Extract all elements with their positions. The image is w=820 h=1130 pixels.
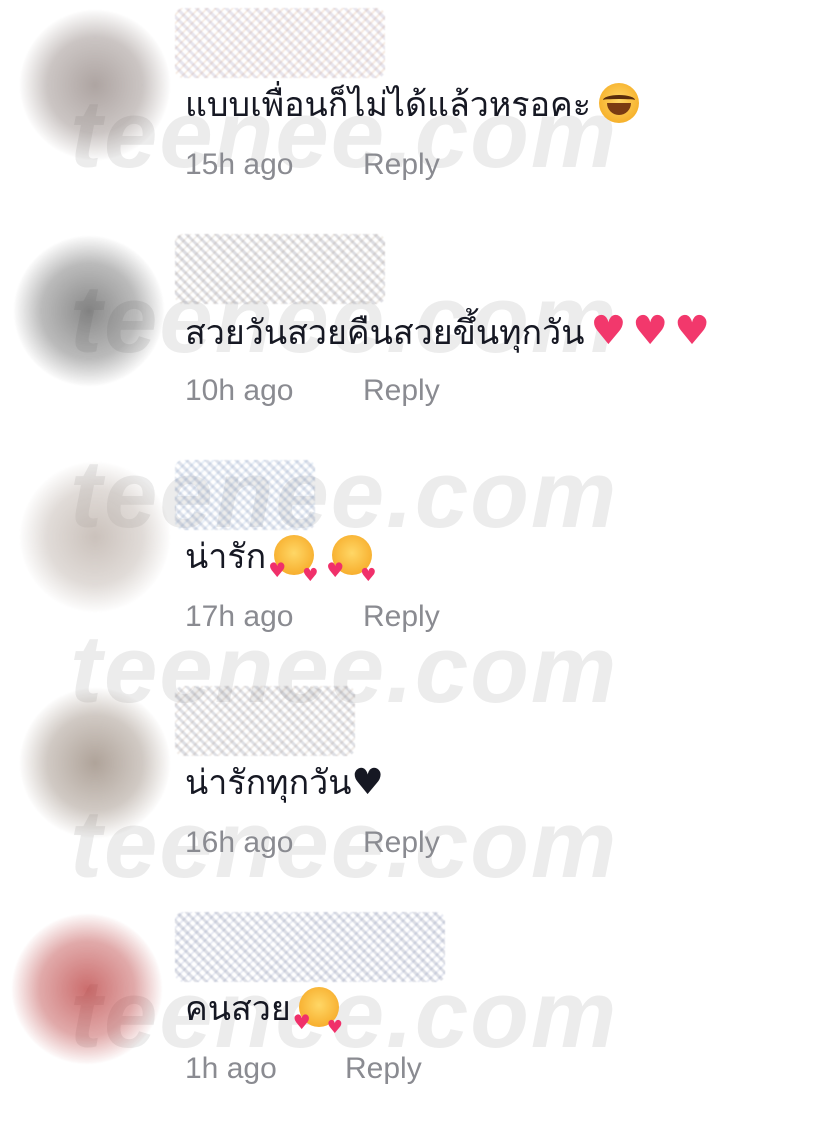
smiling-face-with-hearts-icon [293, 987, 343, 1053]
comment-item: น่ารัก 17h ago Reply [0, 452, 820, 678]
reply-button[interactable]: Reply [363, 148, 440, 181]
comment-text: น่ารักทุกวัน [185, 763, 352, 803]
comment-text-row: แบบเพื่อนก็ไม่ได้แล้วหรอคะ [185, 80, 639, 130]
comment-meta: 10h ago Reply [185, 374, 440, 408]
avatar[interactable] [20, 688, 170, 838]
username-blurred[interactable] [175, 8, 385, 78]
reply-button[interactable]: Reply [363, 374, 440, 407]
reply-button[interactable]: Reply [363, 600, 440, 633]
comment-text: สวยวันสวยคืนสวยขึ้นทุกวัน [185, 313, 585, 353]
comment-text: น่ารัก [185, 537, 267, 577]
comment-time: 16h ago [185, 826, 294, 859]
avatar[interactable] [20, 462, 170, 612]
comment-time: 1h ago [185, 1052, 277, 1085]
avatar[interactable] [12, 914, 162, 1064]
comment-item: น่ารักทุกวัน♥ 16h ago Reply [0, 678, 820, 904]
red-heart-icon: ♥ [590, 308, 627, 354]
comment-time: 15h ago [185, 148, 294, 181]
reply-button[interactable]: Reply [345, 1052, 422, 1085]
comment-item: แบบเพื่อนก็ไม่ได้แล้วหรอคะ 15h ago Reply [0, 0, 820, 226]
face-with-tears-of-joy-icon [599, 83, 639, 123]
black-heart-icon: ♥ [351, 762, 384, 803]
avatar[interactable] [20, 10, 170, 160]
red-heart-icon: ♥ [632, 308, 669, 354]
username-blurred[interactable] [175, 460, 315, 530]
comment-meta: 16h ago Reply [185, 826, 440, 860]
smiling-face-with-hearts-icon [326, 535, 376, 601]
username-blurred[interactable] [175, 686, 355, 756]
comment-item: สวยวันสวยคืนสวยขึ้นทุกวัน ♥ ♥ ♥ 10h ago Repl… [0, 226, 820, 452]
comment-item: คนสวย 1h ago Reply [0, 904, 820, 1130]
comment-meta: 15h ago Reply [185, 148, 440, 182]
comment-text: แบบเพื่อนก็ไม่ได้แล้วหรอคะ [185, 85, 591, 125]
comment-time: 17h ago [185, 600, 294, 633]
comment-meta: 17h ago Reply [185, 600, 440, 634]
comment-text-row: น่ารักทุกวัน♥ [185, 758, 384, 808]
comment-time: 10h ago [185, 374, 294, 407]
reply-button[interactable]: Reply [363, 826, 440, 859]
username-blurred[interactable] [175, 912, 445, 982]
red-heart-icon: ♥ [674, 308, 711, 354]
avatar[interactable] [14, 236, 164, 386]
comment-text-row: คนสวย [185, 984, 343, 1053]
smiling-face-with-hearts-icon [268, 535, 318, 601]
comment-meta: 1h ago Reply [185, 1052, 422, 1086]
comment-text-row: สวยวันสวยคืนสวยขึ้นทุกวัน ♥ ♥ ♥ [185, 306, 710, 358]
comment-text: คนสวย [185, 989, 291, 1029]
comment-text-row: น่ารัก [185, 532, 376, 601]
username-blurred[interactable] [175, 234, 385, 304]
